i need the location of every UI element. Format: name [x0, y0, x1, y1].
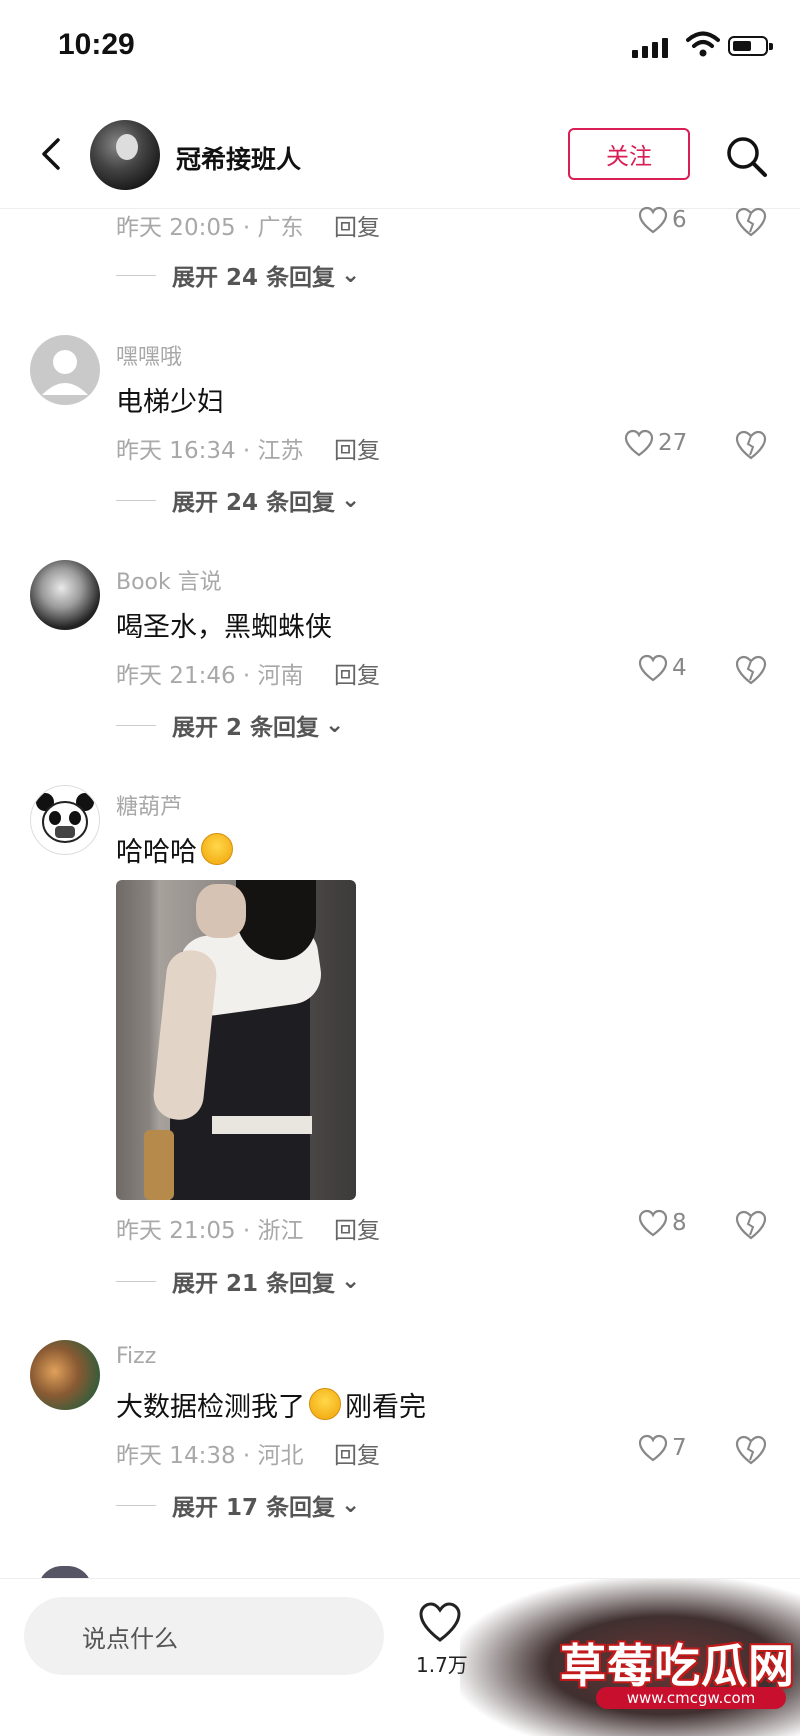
dislike-icon[interactable] [734, 206, 768, 238]
crying-emoji-icon [309, 1388, 341, 1420]
like-count: 8 [672, 1210, 687, 1236]
dislike-icon[interactable] [734, 1434, 768, 1466]
comment-meta: 昨天 21:05 · 浙江 [116, 1218, 304, 1244]
panda-avatar-icon [36, 793, 94, 843]
dislike-icon[interactable] [734, 1209, 768, 1241]
comment-username[interactable]: Fizz [116, 1344, 156, 1369]
header: 冠希接班人 关注 [0, 100, 800, 209]
wifi-icon [686, 31, 720, 57]
like-count: 27 [658, 430, 688, 456]
like-button[interactable]: 7 [638, 1434, 687, 1462]
chevron-down-icon: ⌄ [341, 1492, 361, 1518]
comment-text-body: 哈哈哈 [116, 837, 197, 868]
like-button[interactable]: 4 [638, 654, 687, 682]
expand-label: 展开 24 条回复 [172, 265, 336, 291]
chevron-down-icon: ⌄ [341, 1268, 361, 1294]
dislike-icon[interactable] [734, 429, 768, 461]
header-avatar[interactable] [90, 120, 160, 190]
comment-text: 电梯少妇 [116, 387, 224, 418]
like-count: 4 [672, 655, 687, 681]
laughing-crying-emoji-icon [201, 833, 233, 865]
comment-username[interactable]: Book 言说 [116, 564, 222, 596]
heart-icon [638, 206, 668, 234]
comment-photo[interactable] [116, 880, 356, 1200]
avatar[interactable] [30, 335, 100, 405]
avatar[interactable] [30, 560, 100, 630]
like-button[interactable]: 8 [638, 1209, 687, 1237]
follow-button[interactable]: 关注 [568, 128, 690, 180]
comment-username[interactable]: 糖葫芦 [116, 789, 182, 821]
comment-text-suffix: 刚看完 [345, 1392, 426, 1423]
avatar[interactable] [30, 785, 100, 855]
expand-label: 展开 2 条回复 [172, 715, 320, 741]
like-button[interactable]: 6 [638, 206, 687, 234]
comment-username[interactable]: 嘿嘿哦 [116, 339, 182, 371]
reply-button[interactable]: 回复 [334, 431, 380, 465]
heart-icon [638, 654, 668, 682]
comment-meta: 昨天 14:38 · 河北 [116, 1443, 304, 1469]
expand-replies[interactable]: 展开 17 条回复 ⌄ [116, 1488, 360, 1522]
like-button[interactable]: 27 [624, 429, 687, 457]
chevron-down-icon: ⌄ [341, 262, 361, 288]
reply-button[interactable]: 回复 [334, 1436, 380, 1470]
chevron-down-icon: ⌄ [341, 487, 361, 513]
reply-button[interactable]: 回复 [334, 1211, 380, 1245]
comment-text: 喝圣水，黑蜘蛛侠 [116, 612, 332, 643]
header-username[interactable]: 冠希接班人 [176, 140, 301, 176]
expand-replies[interactable]: 展开 21 条回复 ⌄ [116, 1264, 360, 1298]
avatar[interactable] [30, 1340, 100, 1410]
heart-icon[interactable] [418, 1601, 462, 1643]
search-icon[interactable] [722, 132, 770, 180]
status-time: 10:29 [58, 28, 135, 61]
like-count: 6 [672, 207, 687, 233]
comment-meta: 昨天 16:34 · 江苏 [116, 438, 304, 464]
reply-button[interactable]: 回复 [334, 208, 380, 242]
like-count: 7 [672, 1435, 687, 1461]
comment-meta: 昨天 21:46 · 河南 [116, 663, 304, 689]
dislike-icon[interactable] [734, 654, 768, 686]
heart-icon [638, 1434, 668, 1462]
comment-input[interactable]: 说点什么 [24, 1597, 384, 1675]
comment-text-body: 大数据检测我了 [116, 1392, 305, 1423]
chevron-down-icon: ⌄ [325, 712, 345, 738]
comment-text: 大数据检测我了 刚看完 [116, 1385, 426, 1424]
comment-meta: 昨天 20:05 · 广东 [116, 215, 304, 241]
expand-replies[interactable]: 展开 2 条回复 ⌄ [116, 708, 344, 742]
expand-label: 展开 24 条回复 [172, 490, 336, 516]
back-icon[interactable] [34, 136, 70, 172]
expand-label: 展开 21 条回复 [172, 1271, 336, 1297]
expand-replies[interactable]: 展开 24 条回复 ⌄ [116, 483, 360, 517]
expand-replies[interactable]: 展开 24 条回复 ⌄ [116, 258, 360, 292]
heart-icon [638, 1209, 668, 1237]
comment-text: 哈哈哈 [116, 830, 233, 869]
watermark-url: www.cmcgw.com [596, 1687, 786, 1709]
reply-button[interactable]: 回复 [334, 656, 380, 690]
signal-icon [632, 38, 668, 58]
heart-icon [624, 429, 654, 457]
battery-icon [728, 36, 773, 56]
default-avatar-icon [42, 350, 88, 395]
expand-label: 展开 17 条回复 [172, 1495, 336, 1521]
status-bar: 10:29 [0, 0, 800, 100]
